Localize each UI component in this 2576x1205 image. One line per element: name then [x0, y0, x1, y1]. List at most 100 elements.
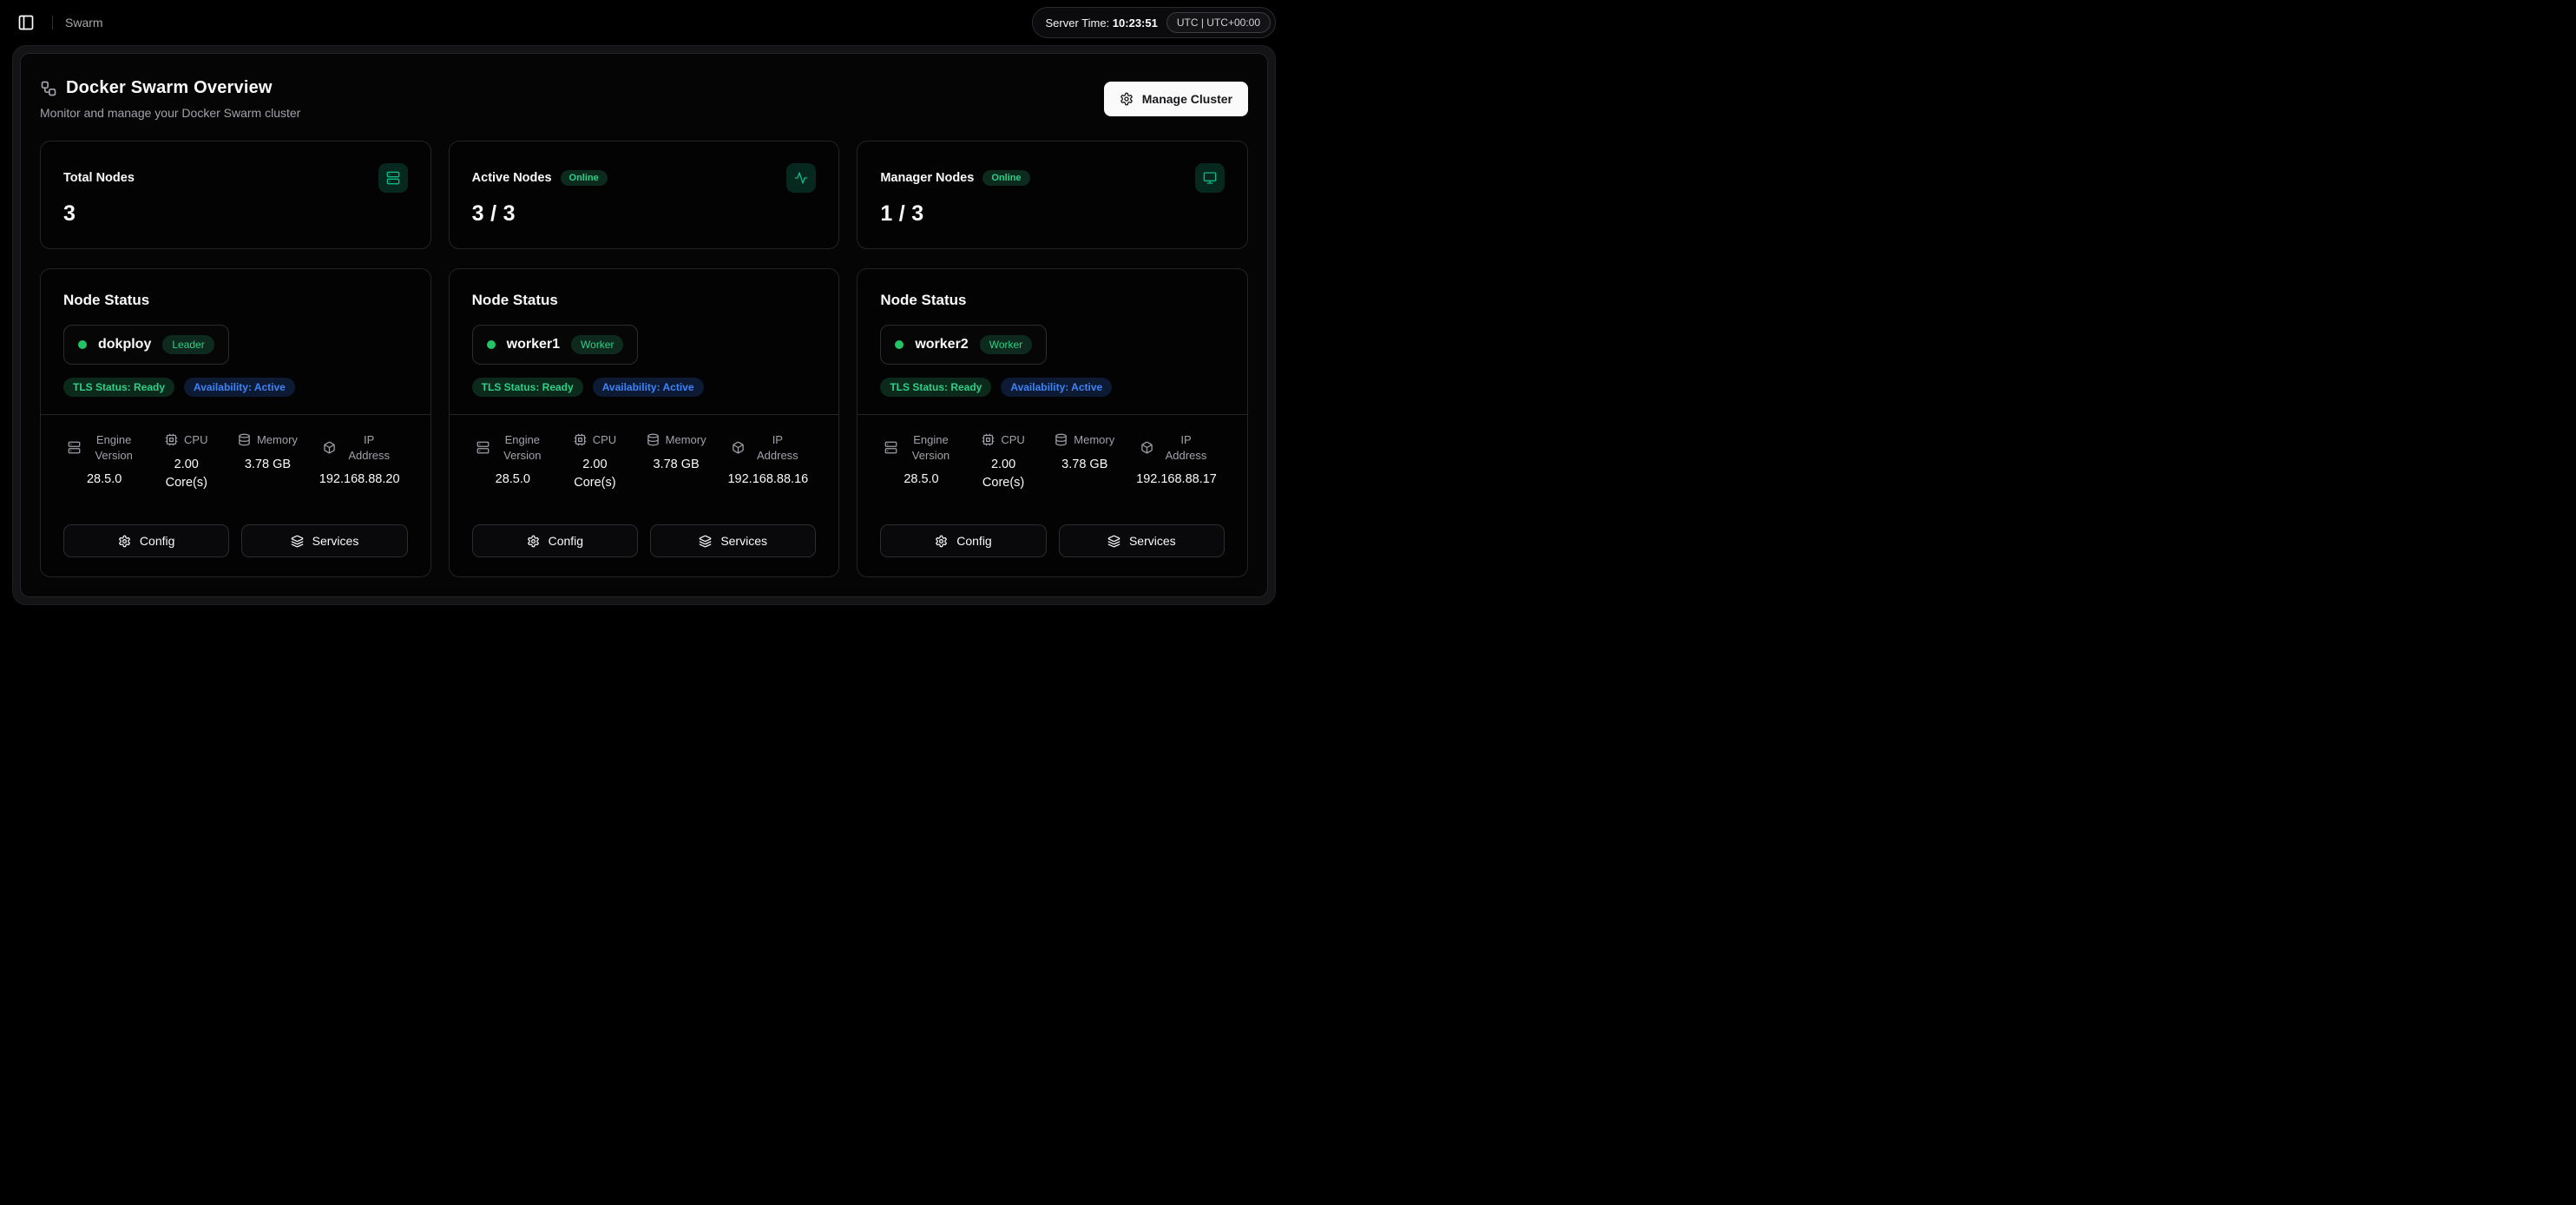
- stat-card-active-nodes: Active Nodes Online 3 / 3: [449, 141, 840, 249]
- metric-memory: Memory 3.78 GB: [636, 432, 716, 507]
- online-status-badge: Online: [561, 170, 608, 186]
- node-actions: Config Services: [472, 524, 817, 557]
- metric-value: 192.168.88.17: [1136, 471, 1217, 489]
- server-time-pill: Server Time: 10:23:51 UTC | UTC+00:00: [1032, 7, 1276, 38]
- manage-cluster-label: Manage Cluster: [1142, 92, 1232, 106]
- metric-memory: Memory 3.78 GB: [227, 432, 307, 507]
- metric-value: 3.78 GB: [1061, 456, 1107, 474]
- metric-head: CPU: [165, 432, 207, 448]
- services-button-label: Services: [312, 534, 359, 548]
- overview-title-line: Docker Swarm Overview: [40, 78, 300, 98]
- server-icon: [378, 163, 408, 193]
- config-button-label: Config: [956, 534, 991, 548]
- server-icon: [476, 441, 490, 454]
- overview-header: Docker Swarm Overview Monitor and manage…: [40, 78, 1248, 120]
- manage-cluster-button[interactable]: Manage Cluster: [1104, 82, 1248, 116]
- stat-card-total-nodes: Total Nodes 3: [40, 141, 431, 249]
- metric-head: Memory: [647, 432, 706, 448]
- node-metrics: Engine Version 28.5.0 CPU 2.00 Core(s): [472, 415, 817, 512]
- overview-header-text: Docker Swarm Overview Monitor and manage…: [40, 78, 300, 120]
- metric-label: Memory: [666, 432, 706, 448]
- metric-head: CPU: [982, 432, 1024, 448]
- tls-status-badge: TLS Status: Ready: [880, 378, 991, 397]
- metric-head: CPU: [574, 432, 616, 448]
- config-button[interactable]: Config: [472, 524, 638, 557]
- metric-label: Memory: [1074, 432, 1114, 448]
- metric-value: 192.168.88.16: [727, 471, 808, 489]
- node-actions: Config Services: [880, 524, 1225, 557]
- config-button[interactable]: Config: [63, 524, 229, 557]
- page-title: Swarm: [65, 16, 103, 30]
- server-icon: [68, 441, 81, 454]
- overview-subtitle: Monitor and manage your Docker Swarm clu…: [40, 106, 300, 120]
- sidebar-toggle-button[interactable]: [12, 9, 40, 36]
- config-button[interactable]: Config: [880, 524, 1046, 557]
- topbar: Swarm Server Time: 10:23:51 UTC | UTC+00…: [0, 0, 1288, 45]
- online-dot-icon: [78, 340, 87, 349]
- gear-icon: [935, 535, 948, 548]
- metric-cpu: CPU 2.00 Core(s): [557, 432, 633, 507]
- node-card-dokploy: Node Status dokploy Leader TLS Status: R…: [40, 268, 431, 577]
- node-role-badge: Leader: [162, 335, 214, 354]
- server-icon: [884, 441, 897, 454]
- package-icon: [1140, 441, 1153, 454]
- metric-head: IP Address: [1140, 432, 1213, 463]
- metric-cpu: CPU 2.00 Core(s): [966, 432, 1042, 507]
- stat-card-manager-nodes: Manager Nodes Online 1 / 3: [857, 141, 1248, 249]
- node-card-title: Node Status: [63, 292, 408, 309]
- cpu-icon: [574, 433, 587, 446]
- stat-value: 3 / 3: [472, 201, 817, 227]
- metric-head: Engine Version: [68, 432, 141, 463]
- node-status-badges: TLS Status: Ready Availability: Active: [880, 378, 1225, 397]
- node-name: worker2: [915, 337, 968, 352]
- metric-label: IP Address: [342, 432, 396, 463]
- stat-label: Total Nodes: [63, 171, 135, 185]
- services-button[interactable]: Services: [241, 524, 407, 557]
- metric-label: CPU: [593, 432, 616, 448]
- metric-label: CPU: [184, 432, 207, 448]
- server-time-value: 10:23:51: [1113, 16, 1158, 30]
- node-status-badges: TLS Status: Ready Availability: Active: [472, 378, 817, 397]
- monitor-icon: [1195, 163, 1225, 193]
- timezone-badge: UTC | UTC+00:00: [1166, 12, 1271, 33]
- metric-head: Memory: [238, 432, 298, 448]
- services-button[interactable]: Services: [650, 524, 816, 557]
- database-icon: [647, 433, 660, 446]
- node-metrics: Engine Version 28.5.0 CPU 2.00 Core(s): [880, 415, 1225, 512]
- server-time-text: Server Time: 10:23:51: [1045, 16, 1157, 30]
- package-icon: [732, 441, 745, 454]
- config-button-label: Config: [140, 534, 174, 548]
- services-button[interactable]: Services: [1059, 524, 1225, 557]
- database-icon: [1055, 433, 1068, 446]
- metric-ip-address: IP Address 192.168.88.20: [312, 432, 408, 507]
- package-icon: [323, 441, 336, 454]
- services-button-label: Services: [1129, 534, 1176, 548]
- metric-value: 3.78 GB: [245, 456, 291, 474]
- metric-value: 192.168.88.20: [319, 471, 400, 489]
- node-status-badges: TLS Status: Ready Availability: Active: [63, 378, 408, 397]
- online-dot-icon: [487, 340, 496, 349]
- availability-badge: Availability: Active: [593, 378, 704, 397]
- metric-value: 2.00 Core(s): [161, 456, 212, 492]
- stat-label-wrap: Active Nodes Online: [472, 170, 608, 186]
- metric-label: IP Address: [1160, 432, 1213, 463]
- layers-icon: [699, 535, 712, 548]
- config-button-label: Config: [549, 534, 583, 548]
- metric-value: 2.00 Core(s): [569, 456, 620, 492]
- stat-label: Active Nodes: [472, 171, 552, 185]
- metric-memory: Memory 3.78 GB: [1045, 432, 1125, 507]
- metric-ip-address: IP Address 192.168.88.16: [720, 432, 816, 507]
- metric-ip-address: IP Address 192.168.88.17: [1128, 432, 1225, 507]
- metric-value: 28.5.0: [87, 471, 122, 489]
- swarm-overview-card: Docker Swarm Overview Monitor and manage…: [20, 53, 1268, 597]
- content-shell: Docker Swarm Overview Monitor and manage…: [12, 45, 1276, 605]
- stat-label-wrap: Total Nodes: [63, 171, 135, 185]
- online-dot-icon: [895, 340, 904, 349]
- availability-badge: Availability: Active: [1001, 378, 1112, 397]
- node-card-title: Node Status: [880, 292, 1225, 309]
- metric-value: 2.00 Core(s): [978, 456, 1028, 492]
- stat-value: 3: [63, 201, 408, 227]
- node-role-badge: Worker: [980, 335, 1032, 354]
- cpu-icon: [982, 433, 995, 446]
- node-metrics: Engine Version 28.5.0 CPU 2.00 Core(s): [63, 415, 408, 512]
